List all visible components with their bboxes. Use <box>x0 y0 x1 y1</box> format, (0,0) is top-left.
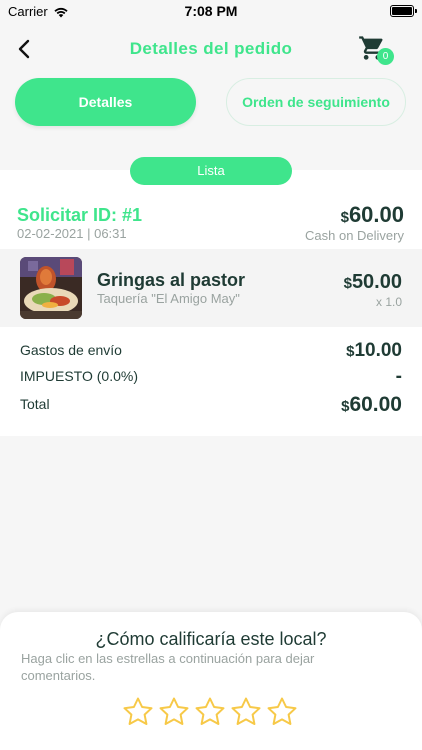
item-price-value: 50.00 <box>351 271 402 293</box>
payment-method: Cash on Delivery <box>305 228 404 243</box>
order-item-row: Gringas al pastor Taquería "El Amigo May… <box>0 249 422 327</box>
order-total: $60.00 <box>341 202 404 228</box>
order-card: Solicitar ID: #1 02-02-2021 | 06:31 $60.… <box>0 170 422 436</box>
shipping-label: Gastos de envío <box>20 342 122 358</box>
currency-symbol: $ <box>340 209 349 226</box>
total-label: Total <box>20 396 50 412</box>
rating-card: ¿Cómo calificaría este local? Haga clic … <box>0 612 422 750</box>
rating-title: ¿Cómo calificaría este local? <box>95 629 327 649</box>
order-total-value: 60.00 <box>348 202 404 227</box>
item-price: $50.00 <box>344 271 402 294</box>
cart-button[interactable]: 0 <box>358 34 394 66</box>
item-name: Gringas al pastor <box>97 270 246 290</box>
battery-icon <box>390 5 417 17</box>
cart-count-badge: 0 <box>377 48 394 65</box>
order-id: Solicitar ID: #1 <box>17 205 143 225</box>
tax-value: - <box>395 366 402 387</box>
order-status-badge: Lista <box>130 157 292 185</box>
status-bar: Carrier 7:08 PM <box>0 0 422 22</box>
item-store: Taquería "El Amigo May" <box>97 291 240 306</box>
tab-tracking[interactable]: Orden de seguimiento <box>226 78 406 126</box>
item-quantity: x 1.0 <box>375 295 402 309</box>
star-4-icon[interactable] <box>230 696 262 728</box>
order-date: 02-02-2021 | 06:31 <box>17 226 127 241</box>
clock: 7:08 PM <box>184 3 238 19</box>
shipping-amount: 10.00 <box>354 340 402 361</box>
star-1-icon[interactable] <box>122 696 154 728</box>
tax-label: IMPUESTO (0.0%) <box>20 368 138 384</box>
shipping-value: $10.00 <box>346 340 402 362</box>
currency-symbol: $ <box>343 275 352 292</box>
rating-subtitle: Haga clic en las estrellas a continuació… <box>21 651 315 683</box>
tab-details[interactable]: Detalles <box>15 78 196 126</box>
star-2-icon[interactable] <box>158 696 190 728</box>
total-value: $60.00 <box>341 393 402 417</box>
nav-bar: Detalles del pedido 0 <box>0 22 422 76</box>
tab-bar: Detalles Orden de seguimiento <box>15 78 407 126</box>
food-image <box>20 257 82 319</box>
star-5-icon[interactable] <box>266 696 298 728</box>
star-rating <box>122 696 298 728</box>
star-3-icon[interactable] <box>194 696 226 728</box>
total-amount: 60.00 <box>349 393 402 416</box>
